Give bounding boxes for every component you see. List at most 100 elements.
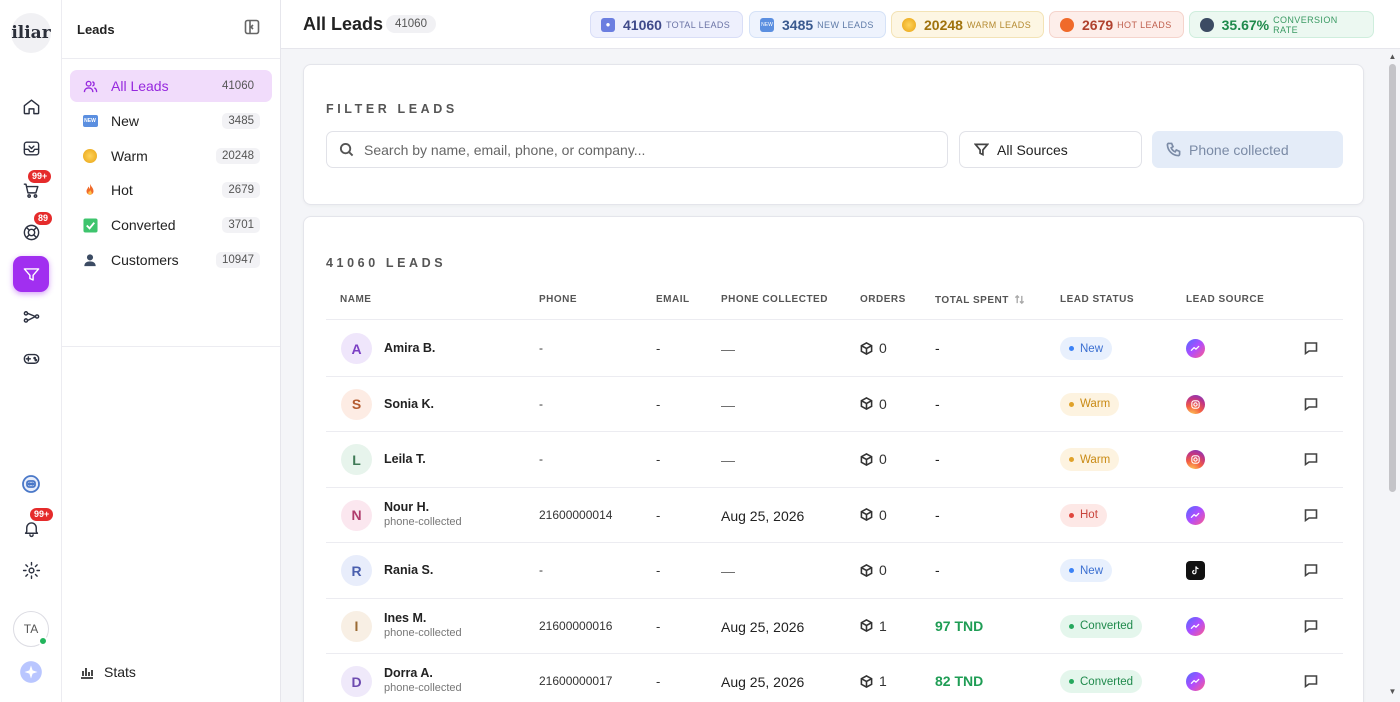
table-row[interactable]: N Nour H. phone-collected 21600000014 - Aug 2…	[326, 488, 1343, 543]
table-header: NAME PHONE EMAIL PHONE COLLECTED ORDERS …	[326, 287, 1343, 320]
home-icon[interactable]	[13, 88, 49, 124]
table-row[interactable]: I Ines M. phone-collected 21600000016 - Aug 2…	[326, 599, 1343, 654]
gear-icon[interactable]	[13, 552, 49, 588]
status-label: Warm	[1080, 398, 1111, 410]
avatar: I	[341, 610, 372, 642]
package-icon	[860, 563, 873, 577]
message-icon[interactable]	[1304, 452, 1318, 471]
sidebar-item-warm[interactable]: Warm 20248	[70, 140, 272, 172]
sidebar-item-hot[interactable]: Hot 2679	[70, 174, 272, 206]
message-icon[interactable]	[1304, 619, 1318, 638]
sidebar-item-new[interactable]: NEW New 3485	[70, 105, 272, 137]
scroll-up-arrow[interactable]: ▲	[1388, 53, 1397, 61]
column-header-email[interactable]: EMAIL	[656, 294, 690, 305]
lead-phone: -	[539, 341, 543, 355]
column-header-total-spent[interactable]: TOTAL SPENT	[935, 294, 1025, 306]
sparkle-icon[interactable]	[13, 654, 49, 690]
lead-total-spent: -	[935, 451, 940, 467]
avatar: S	[341, 388, 372, 420]
sources-dropdown[interactable]: All Sources	[959, 131, 1142, 168]
app-logo[interactable]: iliar	[11, 13, 51, 53]
filter-icon[interactable]	[13, 256, 49, 292]
sidebar-item-count: 20248	[216, 147, 260, 164]
instagram-icon	[1186, 394, 1205, 414]
table-row[interactable]: R Rania S. - - — 0 - New	[326, 543, 1343, 599]
stat-new-leads: NEW 3485 NEW LEADS	[749, 11, 886, 38]
sidebar-list: All Leads 41060 NEW New 3485 Warm 20248 …	[62, 59, 280, 347]
lead-name[interactable]: Leila T.	[384, 452, 426, 466]
lead-subtitle: phone-collected	[384, 515, 462, 528]
bot-icon[interactable]	[13, 466, 49, 502]
avatar: R	[341, 555, 372, 586]
icon-rail: iliar 99+ 89 99+ TA	[0, 0, 62, 702]
lead-total-spent: 97 TND	[935, 617, 984, 634]
sidebar-item-label: All Leads	[111, 78, 169, 94]
lead-phone: 21600000016	[539, 618, 613, 633]
warm-icon	[902, 17, 916, 32]
column-header-phone[interactable]: PHONE	[539, 294, 577, 305]
search-input[interactable]	[364, 141, 924, 158]
message-icon[interactable]	[1304, 563, 1318, 582]
lead-name[interactable]: Dorra A.	[384, 666, 433, 680]
lead-orders: 1	[860, 618, 887, 634]
scroll-down-arrow[interactable]: ▼	[1388, 688, 1397, 696]
package-icon	[860, 674, 873, 688]
phone-collected-toggle[interactable]: Phone collected	[1152, 131, 1343, 168]
sidebar-item-count: 41060	[216, 78, 260, 94]
table-row[interactable]: A Amira B. - - — 0 - New	[326, 321, 1343, 377]
leads-sidebar: Leads All Leads 41060 NEW New 3485 Warm …	[62, 0, 281, 702]
message-icon[interactable]	[1304, 674, 1318, 693]
lead-name[interactable]: Rania S.	[384, 563, 433, 577]
column-header-name[interactable]: NAME	[340, 294, 371, 305]
filter-title: FILTER LEADS	[326, 102, 458, 116]
column-header-orders[interactable]: ORDERS	[860, 294, 906, 305]
sidebar-item-all-leads[interactable]: All Leads 41060	[70, 70, 272, 102]
package-icon	[860, 397, 873, 410]
lead-name[interactable]: Sonia K.	[384, 397, 434, 411]
workflow-icon[interactable]	[13, 298, 49, 334]
page-scrollbar[interactable]: ▲ ▼	[1388, 50, 1397, 700]
lead-subtitle: phone-collected	[384, 626, 462, 639]
orders-count: 1	[879, 673, 887, 689]
lead-name[interactable]: Ines M.	[384, 611, 426, 625]
lead-email: -	[656, 396, 661, 412]
message-icon[interactable]	[1304, 397, 1318, 416]
column-header-lead-source[interactable]: LEAD SOURCE	[1186, 294, 1264, 305]
inbox-icon[interactable]	[13, 130, 49, 166]
stat-value: 20248	[924, 16, 963, 33]
sidebar-title: Leads	[77, 21, 115, 37]
messenger-icon	[1186, 505, 1205, 525]
status-label: New	[1080, 564, 1104, 577]
table-row[interactable]: D Dorra A. phone-collected 21600000017 - Aug …	[326, 654, 1343, 702]
sidebar-item-customers[interactable]: Customers 10947	[70, 244, 272, 276]
status-dot	[1069, 346, 1074, 351]
lead-phone-collected: Aug 25, 2026	[721, 618, 805, 635]
lead-name[interactable]: Nour H.	[384, 500, 429, 514]
scrollbar-thumb[interactable]	[1389, 64, 1396, 492]
table-row[interactable]: L Leila T. - - — 0 - Warm	[326, 432, 1343, 488]
lead-orders: 0	[860, 396, 887, 412]
message-icon[interactable]	[1304, 508, 1318, 527]
status-badge: Converted	[1060, 614, 1143, 638]
message-icon[interactable]	[1304, 341, 1318, 360]
stat-conversion-rate: 35.67% CONVERSION RATE	[1189, 11, 1374, 38]
table-row[interactable]: S Sonia K. - - — 0 - Warm	[326, 377, 1343, 432]
column-header-phone-collected[interactable]: PHONE COLLECTED	[721, 294, 828, 305]
lead-phone: -	[539, 563, 543, 577]
lead-total-spent: 82 TND	[935, 673, 984, 689]
gamepad-icon[interactable]	[13, 340, 49, 376]
stat-warm-leads: 20248 WARM LEADS	[891, 11, 1044, 38]
sidebar-item-converted[interactable]: Converted 3701	[70, 209, 272, 241]
stats-link[interactable]: Stats	[80, 664, 136, 680]
package-icon	[860, 619, 873, 632]
main-content: FILTER LEADS All Sources Phone collected…	[281, 49, 1386, 702]
sidebar-header: Leads	[62, 0, 280, 59]
status-label: Converted	[1080, 675, 1134, 688]
collapse-sidebar-icon[interactable]	[244, 19, 260, 40]
sidebar-item-label: New	[111, 112, 140, 129]
lead-name[interactable]: Amira B.	[384, 341, 435, 355]
column-header-lead-status[interactable]: LEAD STATUS	[1060, 294, 1134, 305]
sidebar-item-label: Hot	[111, 182, 133, 199]
sort-icon[interactable]	[1014, 294, 1025, 305]
search-field[interactable]	[326, 131, 948, 168]
